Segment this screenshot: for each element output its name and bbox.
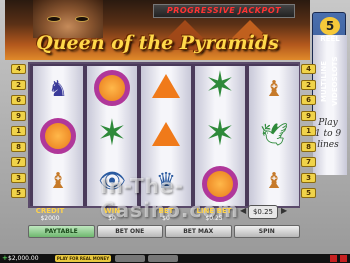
eye-shape bbox=[47, 16, 61, 22]
payline-marker[interactable]: 8 bbox=[301, 141, 316, 152]
payline-marker[interactable]: 3 bbox=[11, 172, 26, 183]
credit-label: CREDIT bbox=[35, 207, 65, 215]
green-star-icon: ✶ bbox=[96, 113, 128, 154]
payline-marker[interactable]: 4 bbox=[301, 64, 316, 74]
eye-shape bbox=[75, 16, 89, 22]
bet-max-button[interactable]: BET MAX bbox=[165, 225, 232, 238]
reel-badge: 5 REEL MULTILINE VIDEOSLOTS bbox=[312, 12, 347, 175]
payline-marker[interactable]: 9 bbox=[301, 110, 316, 121]
reels-area: ♞ ♝ ✶ 👁 ♛ ✶ ✶ ♝ 🕊 ♝ In-The-Casino.com bbox=[28, 62, 300, 222]
line-bet-value: $0.25 bbox=[205, 215, 223, 222]
payline-marker[interactable]: 1 bbox=[11, 126, 26, 136]
credit-value: $2000 bbox=[40, 215, 60, 222]
payline-marker[interactable]: 2 bbox=[11, 79, 26, 90]
payline-marker[interactable]: 6 bbox=[301, 95, 316, 105]
line-bet-label: LINE BET bbox=[196, 207, 232, 215]
payline-marker[interactable]: 8 bbox=[11, 141, 26, 152]
toolbar-button[interactable] bbox=[148, 255, 178, 262]
cash-balance: $2,000.00 bbox=[8, 255, 39, 262]
orange-gem-icon bbox=[152, 74, 180, 98]
payline-marker[interactable]: 5 bbox=[11, 188, 26, 198]
toolbar-button[interactable] bbox=[115, 255, 145, 262]
bet-one-button[interactable]: BET ONE bbox=[96, 225, 163, 238]
close-icon[interactable] bbox=[330, 255, 337, 262]
increase-coin-icon[interactable]: ▶ bbox=[281, 206, 287, 215]
progressive-jackpot-display: PROGRESSIVE JACKPOT bbox=[153, 4, 295, 18]
button-bar: PAYTABLE BET ONE BET MAX SPIN bbox=[28, 225, 300, 238]
payline-marker[interactable]: 7 bbox=[301, 157, 316, 167]
spin-button[interactable]: SPIN bbox=[233, 225, 300, 238]
play-for-real-money-button[interactable]: PLAY FOR REAL MONEY bbox=[55, 255, 111, 262]
coin-value-display[interactable]: $0.25 bbox=[248, 205, 278, 219]
slot-machine-frame: PROGRESSIVE JACKPOT Queen of the Pyramid… bbox=[0, 0, 350, 254]
win-label: WIN bbox=[103, 207, 121, 215]
win-value: $0 bbox=[108, 215, 116, 222]
multiline-videoslots-label: MULTILINE VIDEOSLOTS bbox=[320, 56, 339, 106]
unicorn-icon: ♞ bbox=[48, 77, 68, 102]
payline-marker[interactable]: 6 bbox=[11, 95, 26, 105]
game-title: Queen of the Pyramids bbox=[36, 32, 279, 54]
title-banner: PROGRESSIVE JACKPOT Queen of the Pyramid… bbox=[5, 0, 310, 60]
plus-icon: + bbox=[2, 254, 8, 262]
payline-marker[interactable]: 2 bbox=[301, 79, 316, 90]
paytable-button[interactable]: PAYTABLE bbox=[28, 225, 95, 238]
payline-marker[interactable]: 4 bbox=[11, 64, 26, 74]
status-bar: + $2,000.00 PLAY FOR REAL MONEY bbox=[0, 254, 350, 263]
reel-1: ♞ ♝ bbox=[33, 66, 83, 206]
close-icon[interactable] bbox=[340, 255, 347, 262]
orange-gem-icon bbox=[152, 122, 180, 146]
payline-marker[interactable]: 1 bbox=[301, 126, 316, 136]
green-star-icon: ✶ bbox=[204, 65, 236, 106]
payline-marker[interactable]: 9 bbox=[11, 110, 26, 121]
ring-icon bbox=[40, 118, 76, 154]
payline-marker[interactable]: 3 bbox=[301, 172, 316, 183]
payline-marker[interactable]: 7 bbox=[11, 157, 26, 167]
jackal-icon: ♝ bbox=[264, 77, 284, 102]
reel-count: 5 bbox=[320, 17, 340, 35]
bet-value: $0 bbox=[162, 215, 170, 222]
ring-icon bbox=[94, 70, 130, 106]
bird-icon: 🕊 bbox=[260, 123, 288, 148]
green-star-icon: ✶ bbox=[204, 113, 236, 154]
jackal-icon: ♝ bbox=[48, 169, 68, 194]
decrease-coin-icon[interactable]: ◀ bbox=[240, 206, 246, 215]
payline-marker[interactable]: 5 bbox=[301, 188, 316, 198]
bet-label: BET bbox=[158, 207, 174, 215]
